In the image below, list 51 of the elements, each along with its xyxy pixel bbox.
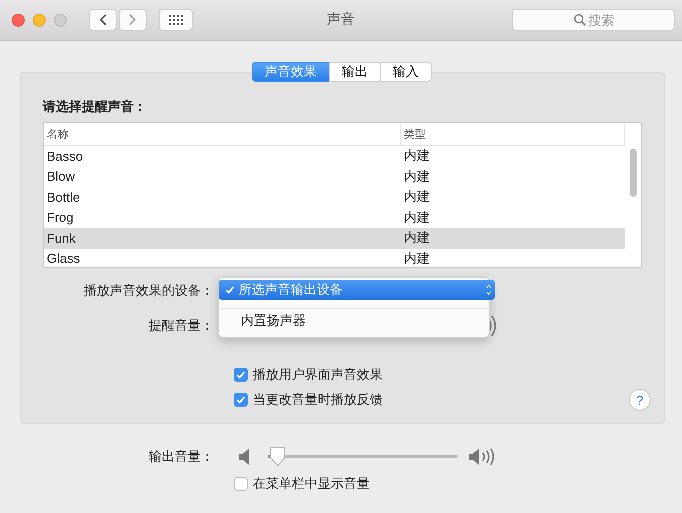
- menu-item[interactable]: 内置扬声器: [219, 308, 489, 333]
- field-label: 播放声音效果的设备：: [83, 282, 215, 300]
- table-cell-text: Bottle: [46, 190, 82, 205]
- table-cell-text: Basso: [46, 148, 84, 164]
- checkbox[interactable]: [234, 392, 248, 406]
- search-icon: [574, 14, 586, 26]
- checkbox-label: 播放用户界面声音效果: [253, 366, 383, 384]
- column-header[interactable]: 名称: [44, 123, 401, 145]
- checkbox-label: 当更改音量时播放反馈: [253, 390, 383, 408]
- minimize-button[interactable]: [33, 14, 46, 26]
- menu-item[interactable]: 所选声音输出设备: [219, 280, 495, 300]
- column-header[interactable]: 类型: [401, 123, 624, 145]
- table-cell-text: 内建: [403, 208, 431, 227]
- chevrons-icon: [486, 284, 492, 296]
- table-cell-text: 内建: [403, 168, 431, 186]
- table-cell-text: 内建: [403, 147, 431, 166]
- zoom-button[interactable]: [54, 14, 67, 26]
- sound-row[interactable]: Glass 内建: [44, 248, 625, 267]
- checkbox[interactable]: [234, 368, 248, 382]
- sound-row[interactable]: Basso 内建: [44, 146, 625, 166]
- sound-row[interactable]: Blow 内建: [44, 166, 625, 187]
- section-heading: 请选择提醒声音：: [43, 98, 148, 116]
- table-cell-text: 内建: [403, 229, 431, 248]
- back-button[interactable]: [89, 9, 117, 31]
- sound-row[interactable]: Bottle 内建: [44, 187, 625, 208]
- chevron-left-icon: [99, 14, 107, 26]
- tab[interactable]: 输入: [380, 62, 432, 82]
- check-icon: [225, 285, 235, 295]
- table-cell-text: Funk: [46, 230, 77, 246]
- field-label: 提醒音量：: [148, 317, 215, 335]
- table-cell-text: Frog: [46, 210, 75, 226]
- table-cell-text: 内建: [403, 188, 431, 206]
- sound-row[interactable]: Frog 内建: [44, 208, 625, 228]
- search-field[interactable]: 搜索: [512, 9, 675, 31]
- checkbox-label: 在菜单栏中显示音量: [253, 474, 370, 492]
- table-cell-text: Glass: [46, 251, 82, 266]
- checkbox[interactable]: [234, 476, 248, 490]
- speaker-icon: [238, 447, 252, 467]
- field-label: 输出音量：: [148, 448, 215, 466]
- slider-thumb[interactable]: [268, 447, 286, 467]
- chevron-right-icon: [129, 14, 137, 26]
- close-button[interactable]: [12, 14, 25, 26]
- help-button[interactable]: ?: [629, 389, 651, 411]
- window-title: 声音: [327, 11, 355, 27]
- show-all-button[interactable]: [159, 9, 193, 31]
- sound-row[interactable]: Funk 内建: [44, 228, 625, 248]
- tab[interactable]: 输出: [329, 62, 381, 82]
- table-cell-text: 内建: [403, 250, 431, 267]
- grid-icon: [169, 15, 183, 25]
- scrollbar-thumb[interactable]: [630, 149, 637, 197]
- table-cell-text: Blow: [46, 169, 76, 184]
